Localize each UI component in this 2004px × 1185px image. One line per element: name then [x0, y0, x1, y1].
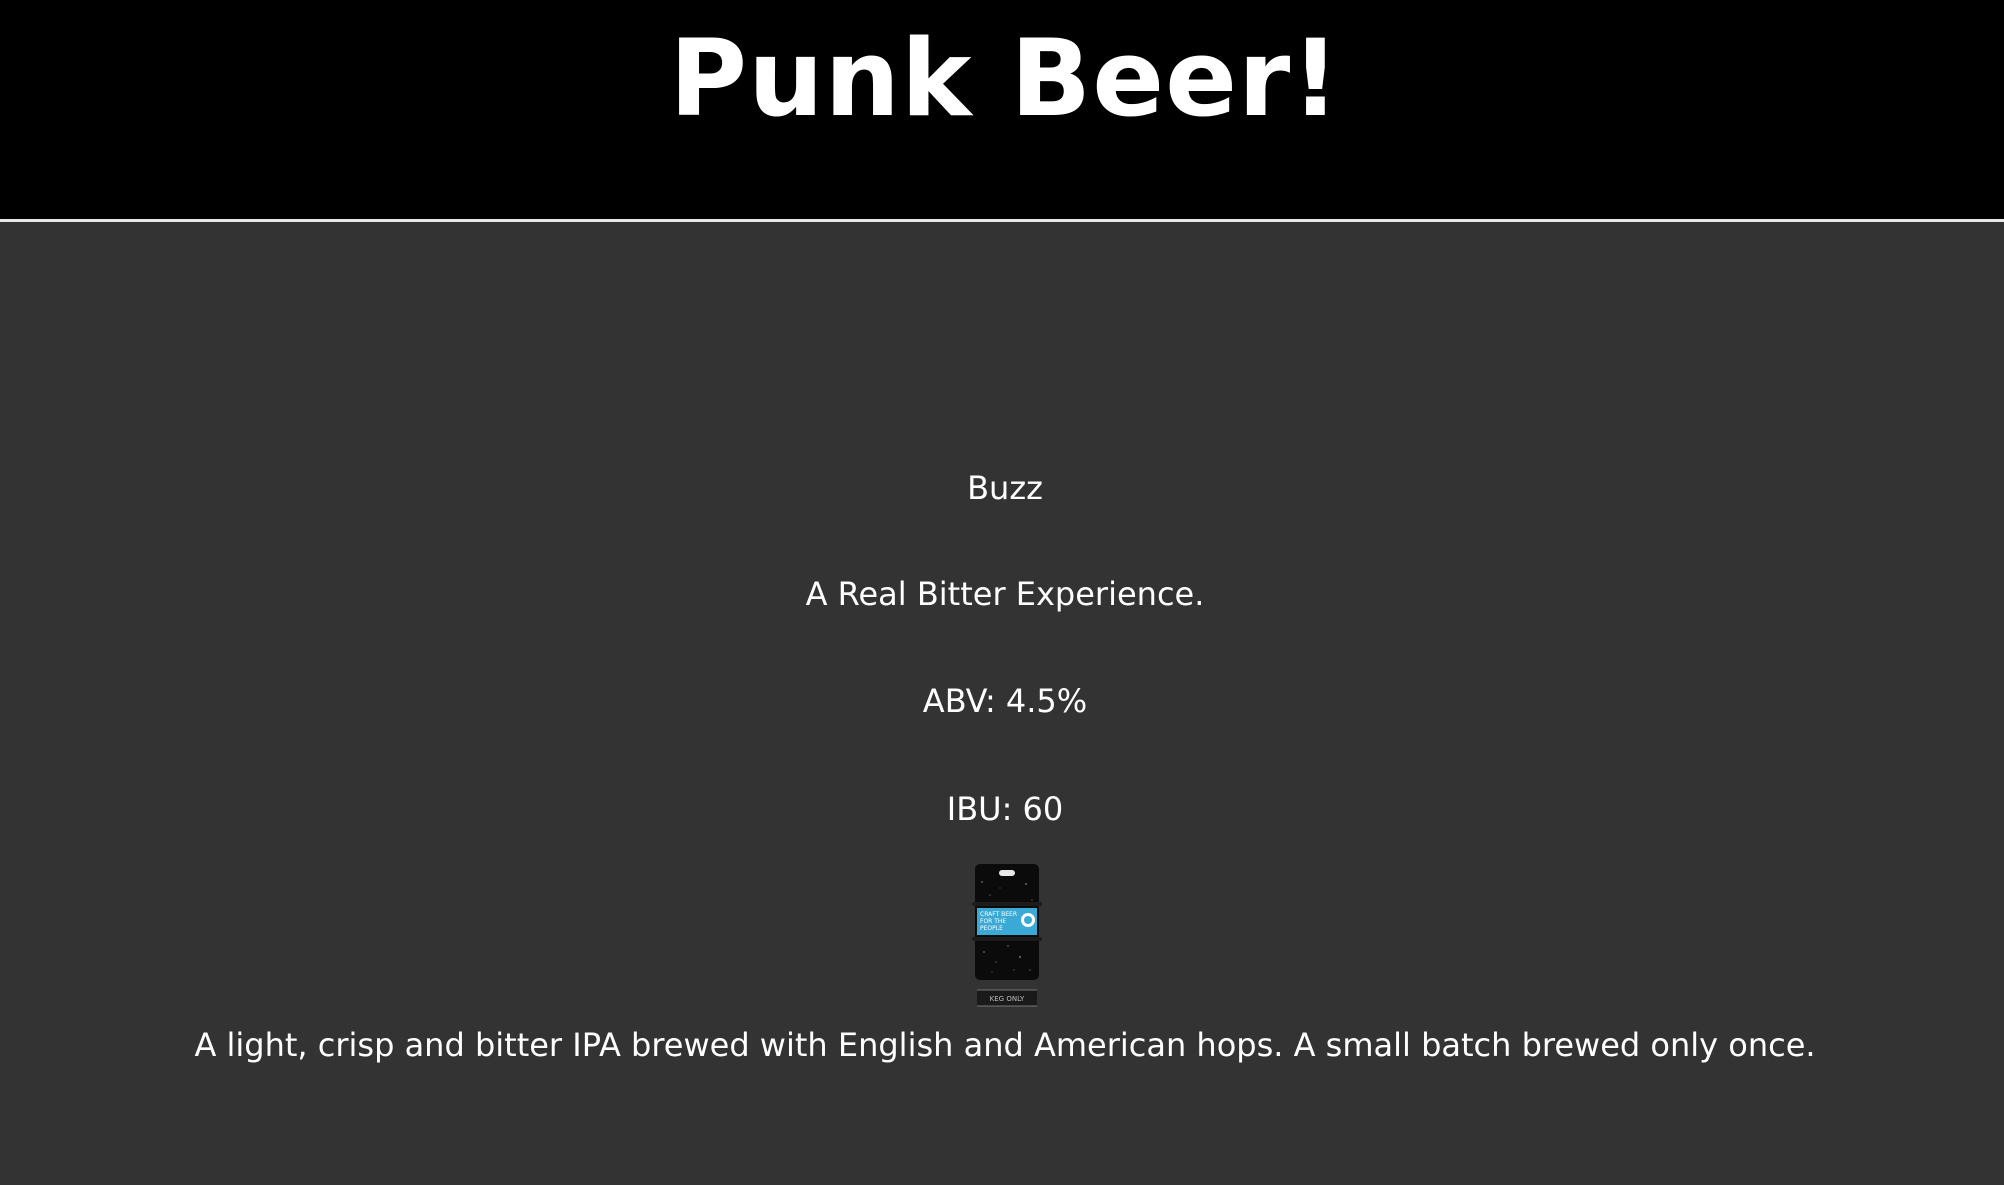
site-title: Punk Beer!	[669, 17, 1341, 140]
site-header: Punk Beer!	[0, 0, 2004, 222]
keg-label-line-3: PEOPLE	[980, 925, 1003, 932]
beer-name: Buzz	[967, 469, 1043, 507]
beer-description: A light, crisp and bitter IPA brewed wit…	[194, 1026, 1816, 1064]
keg-label-line-1: CRAFT BEER	[980, 911, 1017, 918]
keg-footer-text: KEG ONLY	[990, 995, 1025, 1003]
beer-tagline: A Real Bitter Experience.	[805, 575, 1205, 613]
keg-illustration: CRAFT BEER FOR THE PEOPLE KEG ONLY	[972, 864, 1042, 1007]
beer-keg-image: CRAFT BEER FOR THE PEOPLE KEG ONLY	[972, 862, 1042, 1008]
beer-card: Buzz A Real Bitter Experience. ABV: 4.5%…	[0, 222, 2004, 1185]
beer-ibu: IBU: 60	[946, 790, 1064, 828]
keg-ring-bottom	[972, 937, 1042, 941]
keg-label-line-2: FOR THE	[980, 918, 1006, 925]
keg-ring-top	[972, 902, 1042, 906]
beer-abv: ABV: 4.5%	[922, 682, 1088, 720]
keg-handle	[999, 870, 1015, 876]
